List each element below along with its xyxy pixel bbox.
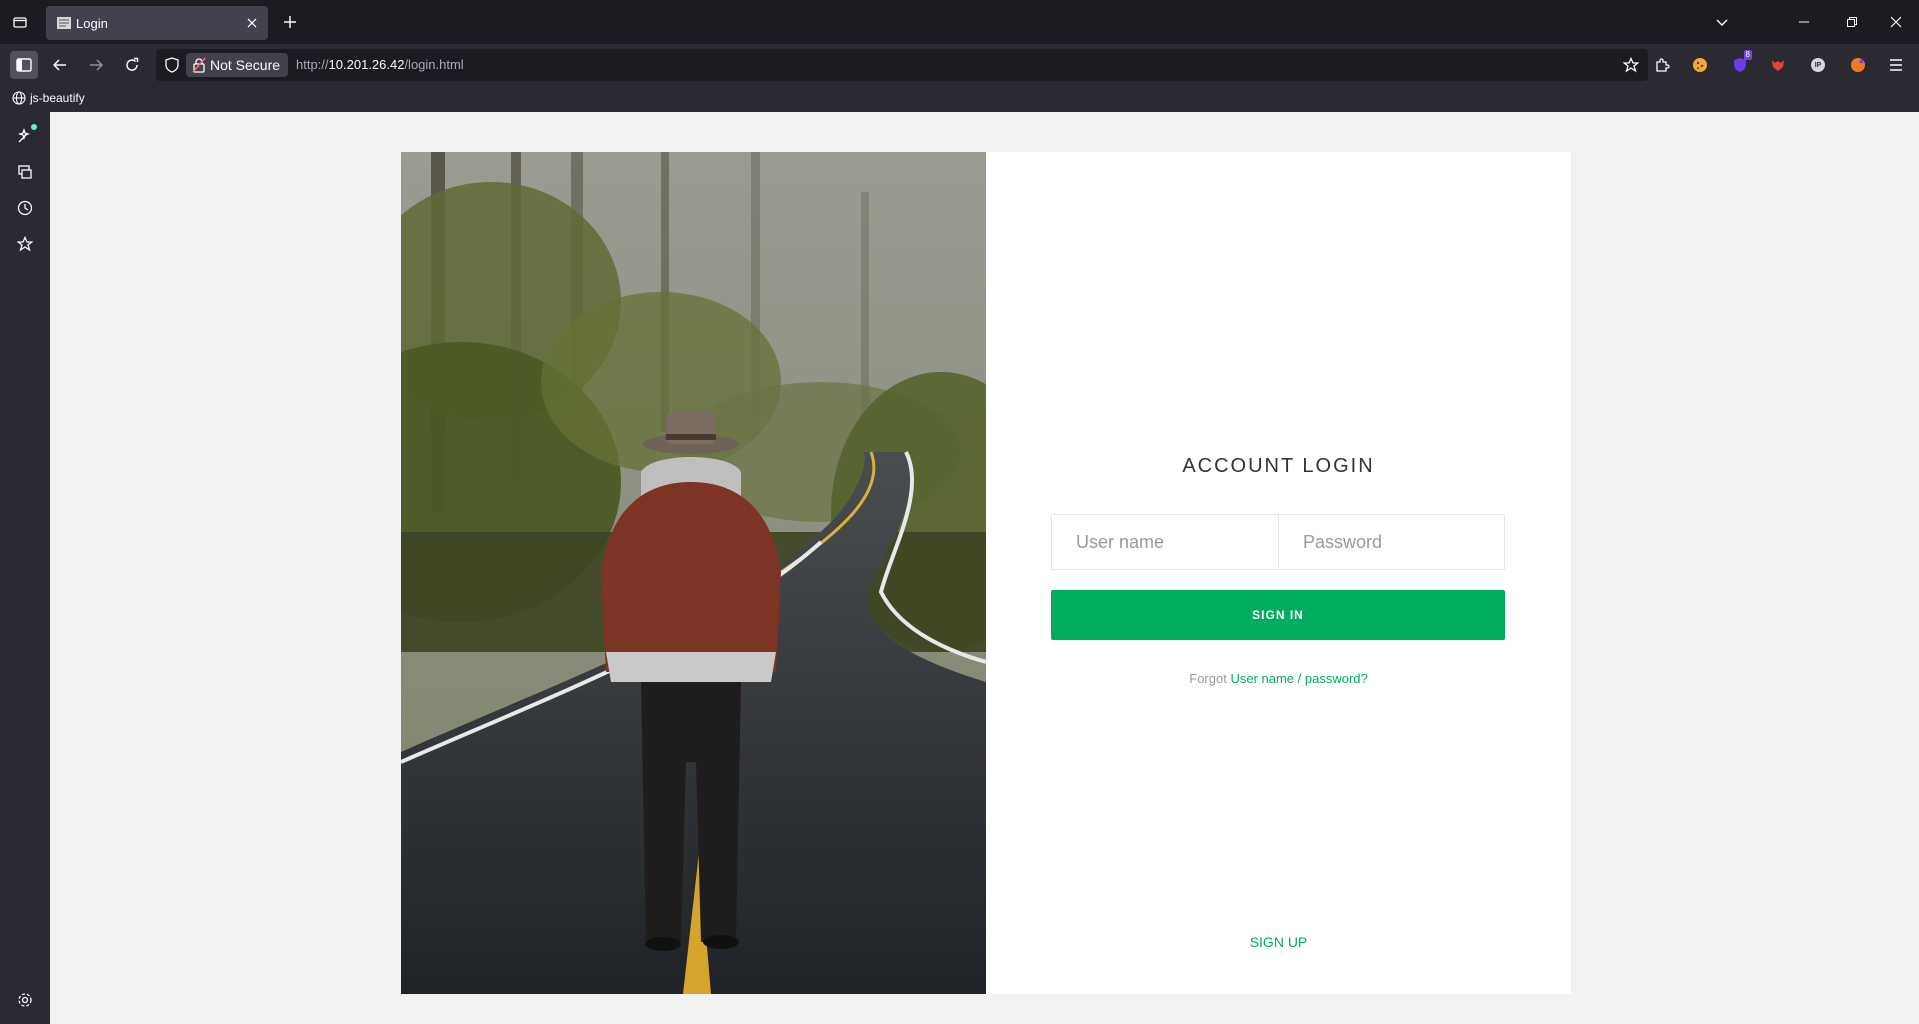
wappalyzer-extension-icon[interactable] [1846, 53, 1870, 77]
address-bar[interactable]: Not Secure http://10.201.26.42/login.htm… [156, 49, 1648, 81]
forward-arrow-icon[interactable] [82, 51, 110, 79]
extension-badge: 8 [1743, 50, 1752, 60]
login-form: ACCOUNT LOGIN SIGN IN Forgot User name /… [986, 152, 1571, 994]
tab-close-icon[interactable] [244, 15, 260, 31]
tab-list-icon[interactable] [8, 10, 32, 34]
login-title: ACCOUNT LOGIN [1182, 455, 1375, 477]
url-path: /login.html [404, 57, 464, 72]
credentials-inputs [1051, 514, 1505, 570]
extensions-puzzle-icon[interactable] [1650, 53, 1674, 77]
new-tab-icon[interactable] [278, 10, 302, 34]
sidebar-toggle-icon[interactable] [10, 51, 38, 79]
password-input[interactable] [1279, 515, 1504, 569]
tab-title: Login [76, 16, 108, 31]
tab-login[interactable]: Login [46, 6, 268, 40]
sign-up-link[interactable]: SIGN UP [986, 934, 1571, 950]
ip-extension-icon[interactable]: IP [1806, 53, 1830, 77]
window-restore-icon[interactable] [1840, 10, 1864, 34]
globe-icon [12, 91, 26, 105]
login-hero-image [401, 152, 986, 994]
forgot-prefix: Forgot [1189, 671, 1227, 686]
bookmark-star-icon[interactable] [1620, 54, 1642, 76]
window-minimize-icon[interactable] [1792, 10, 1816, 34]
back-arrow-icon[interactable] [46, 51, 74, 79]
bookmarks-star-icon[interactable] [13, 232, 37, 256]
tracking-protection-shield-icon[interactable] [162, 55, 182, 75]
insecure-lock-icon [192, 57, 206, 73]
url-text[interactable]: http://10.201.26.42/login.html [296, 57, 464, 72]
url-scheme: http:// [296, 57, 329, 72]
tab-strip: Login [0, 0, 1919, 44]
history-clock-icon[interactable] [13, 196, 37, 220]
synced-tabs-icon[interactable] [13, 160, 37, 184]
chevron-down-icon[interactable] [1710, 10, 1734, 34]
url-host: 10.201.26.42 [328, 57, 405, 72]
settings-gear-icon[interactable] [13, 988, 37, 1012]
ip-extension-label: IP [1814, 61, 1822, 69]
notification-dot [31, 124, 37, 130]
ai-chatbot-sparkle-icon[interactable] [13, 124, 37, 148]
bookmark-label: js-beautify [30, 91, 85, 105]
browser-sidebar [0, 112, 50, 1024]
username-input[interactable] [1052, 515, 1279, 569]
cookie-extension-icon[interactable] [1688, 53, 1712, 77]
forgot-credentials-text: Forgot User name / password? [986, 671, 1571, 686]
hamburger-menu-icon[interactable] [1884, 53, 1908, 77]
ublock-extension-icon[interactable]: 8 [1728, 50, 1752, 77]
not-secure-label: Not Secure [210, 57, 281, 73]
window-close-icon[interactable] [1884, 10, 1908, 34]
page-viewport: ACCOUNT LOGIN SIGN IN Forgot User name /… [50, 112, 1919, 1024]
bookmark-js-beautify[interactable]: js-beautify [12, 91, 85, 105]
sign-in-button[interactable]: SIGN IN [1051, 590, 1505, 640]
reload-icon[interactable] [118, 51, 146, 79]
bookmarks-toolbar: js-beautify [0, 86, 1919, 112]
forgot-credentials-link[interactable]: User name / password? [1230, 671, 1367, 686]
foxyproxy-extension-icon[interactable] [1766, 53, 1790, 77]
page-favicon-icon [57, 17, 71, 29]
login-card: ACCOUNT LOGIN SIGN IN Forgot User name /… [401, 152, 1571, 994]
not-secure-badge[interactable]: Not Secure [186, 53, 289, 77]
navigation-toolbar: Not Secure http://10.201.26.42/login.htm… [0, 44, 1919, 86]
